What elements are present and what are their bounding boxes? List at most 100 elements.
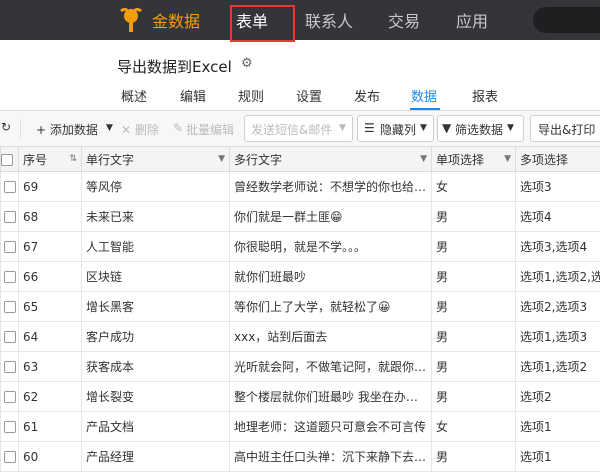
cell-single-choice: 男	[432, 292, 516, 322]
brand-name[interactable]: 金数据	[152, 8, 200, 32]
batch-edit-button[interactable]: 批量编辑	[186, 121, 234, 138]
table-row[interactable]: 68未来已来你们就是一群土匪😁男选项4	[1, 202, 600, 232]
cell-multi-line: 等你们上了大学，就轻松了😀	[230, 292, 432, 322]
search-box[interactable]	[533, 7, 600, 33]
cell-single-choice: 男	[432, 382, 516, 412]
send-message-label: 发送短信&邮件	[251, 121, 332, 138]
row-checkbox[interactable]	[1, 232, 19, 262]
cell-single-choice: 男	[432, 262, 516, 292]
row-checkbox[interactable]	[1, 172, 19, 202]
table-header-row: 序号 ⇅ 单行文字 ▼ 多行文字 ▼ 单项选择▼ 多项选择	[1, 147, 600, 172]
checkbox-icon[interactable]	[4, 421, 16, 433]
table-row[interactable]: 63获客成本光听就会阿，不做笔记阿，就跟你…男选项1,选项2	[1, 352, 600, 382]
cell-index: 61	[19, 412, 82, 442]
chevron-down-icon[interactable]: ▼	[218, 154, 225, 164]
checkbox-icon[interactable]	[1, 154, 13, 166]
sort-icon[interactable]: ⇅	[69, 154, 77, 164]
row-checkbox[interactable]	[1, 352, 19, 382]
add-data-button[interactable]: + 添加数据	[36, 121, 98, 138]
cell-index: 69	[19, 172, 82, 202]
table-row[interactable]: 65增长黑客等你们上了大学，就轻松了😀男选项2,选项3	[1, 292, 600, 322]
cell-single-choice: 女	[432, 172, 516, 202]
cell-multi-choice: 选项4	[516, 202, 600, 232]
cell-index: 66	[19, 262, 82, 292]
delete-button[interactable]: ✕ 删除	[121, 121, 159, 138]
nav-item-contacts[interactable]: 联系人	[305, 8, 353, 32]
column-header-multi-line[interactable]: 多行文字 ▼	[230, 147, 432, 172]
list-icon: ☰	[364, 121, 375, 135]
form-title: 导出数据到Excel	[117, 56, 232, 77]
cell-index: 60	[19, 442, 82, 472]
gear-icon[interactable]: ⚙	[241, 56, 253, 71]
column-header-label: 单行文字	[86, 153, 134, 167]
chevron-down-icon[interactable]: ▼	[504, 154, 511, 164]
tab-edit[interactable]: 编辑	[180, 86, 206, 105]
cell-multi-line: 你很聪明，就是不学。。。	[230, 232, 432, 262]
tab-settings[interactable]: 设置	[296, 86, 322, 105]
hide-columns-caret-icon: ▼	[420, 123, 427, 133]
column-header-label: 多项选择	[520, 153, 568, 167]
tab-publish[interactable]: 发布	[354, 86, 380, 105]
tab-rules[interactable]: 规则	[238, 86, 264, 105]
add-data-caret-icon[interactable]: ▼	[106, 123, 113, 133]
checkbox-icon[interactable]	[4, 361, 16, 373]
table-row[interactable]: 60产品经理高中班主任口头禅：沉下来静下去…男选项1	[1, 442, 600, 472]
table-row[interactable]: 66区块链就你们班最吵男选项1,选项2,选项3	[1, 262, 600, 292]
checkbox-icon[interactable]	[4, 391, 16, 403]
cell-single-line: 等风停	[82, 172, 230, 202]
checkbox-icon[interactable]	[4, 301, 16, 313]
select-all-checkbox[interactable]	[1, 147, 19, 172]
table-row[interactable]: 61产品文档地理老师：这道题只可意会不可言传女选项1	[1, 412, 600, 442]
cell-single-line: 区块链	[82, 262, 230, 292]
row-checkbox[interactable]	[1, 202, 19, 232]
data-table: 序号 ⇅ 单行文字 ▼ 多行文字 ▼ 单项选择▼ 多项选择 69等风停曾经数学老师说：…	[0, 146, 600, 472]
send-caret-icon: ▼	[339, 123, 346, 133]
column-header-single-choice[interactable]: 单项选择▼	[432, 147, 516, 172]
cell-multi-line: 整个楼层就你们班最吵 我坐在办…	[230, 382, 432, 412]
cell-index: 64	[19, 322, 82, 352]
cell-single-choice: 男	[432, 322, 516, 352]
row-checkbox[interactable]	[1, 412, 19, 442]
cell-single-line: 客户成功	[82, 322, 230, 352]
cell-multi-choice: 选项3	[516, 172, 600, 202]
cell-index: 67	[19, 232, 82, 262]
cell-multi-line: 曾经数学老师说：不想学的你也给…	[230, 172, 432, 202]
column-header-multi-choice[interactable]: 多项选择	[516, 147, 600, 172]
row-checkbox[interactable]	[1, 292, 19, 322]
column-header-label: 序号	[23, 153, 47, 167]
row-checkbox[interactable]	[1, 262, 19, 292]
chevron-down-icon[interactable]: ▼	[420, 154, 427, 164]
nav-item-transactions[interactable]: 交易	[388, 8, 420, 32]
checkbox-icon[interactable]	[4, 211, 16, 223]
tab-data[interactable]: 数据	[411, 86, 437, 105]
filter-icon: ▼	[442, 121, 451, 135]
table-row[interactable]: 62增长裂变整个楼层就你们班最吵 我坐在办…男选项2	[1, 382, 600, 412]
filter-label: 筛选数据	[455, 121, 503, 138]
column-header-single-line[interactable]: 单行文字 ▼	[82, 147, 230, 172]
checkbox-icon[interactable]	[4, 331, 16, 343]
cell-single-line: 增长黑客	[82, 292, 230, 322]
checkbox-icon[interactable]	[4, 451, 16, 463]
refresh-icon[interactable]: ↻	[1, 120, 11, 134]
row-checkbox[interactable]	[1, 442, 19, 472]
table-row[interactable]: 69等风停曾经数学老师说：不想学的你也给…女选项3	[1, 172, 600, 202]
cell-multi-choice: 选项1,选项3	[516, 322, 600, 352]
table-row[interactable]: 67人工智能你很聪明，就是不学。。。男选项3,选项4	[1, 232, 600, 262]
tab-overview[interactable]: 概述	[121, 86, 147, 105]
cell-multi-line: 地理老师：这道题只可意会不可言传	[230, 412, 432, 442]
cell-multi-line: 高中班主任口头禅：沉下来静下去…	[230, 442, 432, 472]
checkbox-icon[interactable]	[4, 181, 16, 193]
cell-multi-choice: 选项2,选项3	[516, 292, 600, 322]
column-header-index[interactable]: 序号 ⇅	[19, 147, 82, 172]
column-header-label: 多行文字	[234, 153, 282, 167]
cell-multi-choice: 选项3,选项4	[516, 232, 600, 262]
cell-multi-choice: 选项1	[516, 412, 600, 442]
checkbox-icon[interactable]	[4, 241, 16, 253]
logo-icon	[116, 5, 146, 35]
table-row[interactable]: 64客户成功xxx，站到后面去男选项1,选项3	[1, 322, 600, 352]
tab-reports[interactable]: 报表	[472, 86, 498, 105]
nav-item-apps[interactable]: 应用	[456, 8, 488, 32]
row-checkbox[interactable]	[1, 382, 19, 412]
checkbox-icon[interactable]	[4, 271, 16, 283]
row-checkbox[interactable]	[1, 322, 19, 352]
